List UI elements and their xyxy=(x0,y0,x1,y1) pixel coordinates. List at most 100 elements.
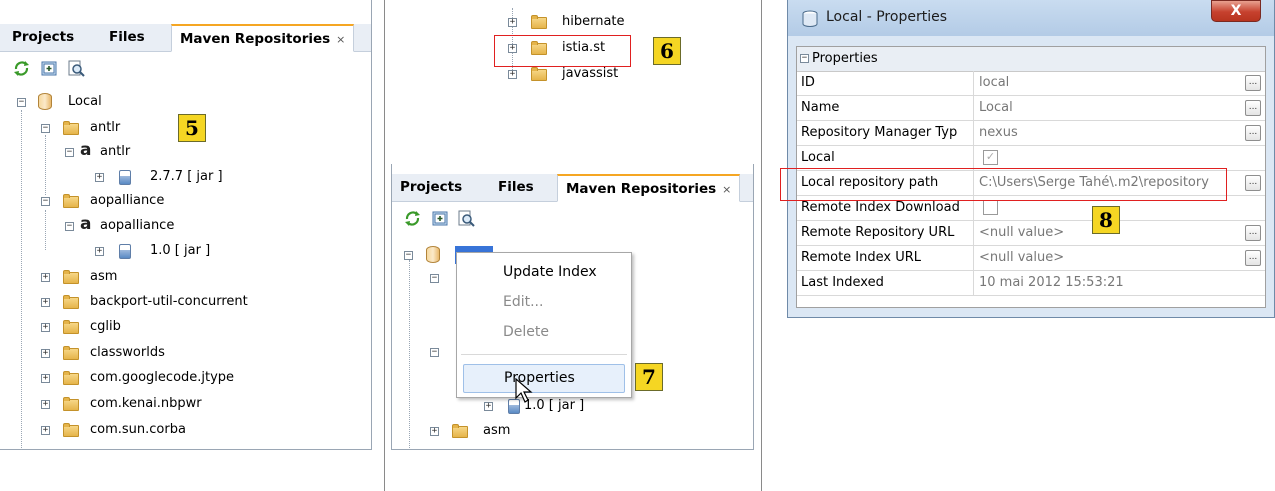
property-row-id[interactable]: ID local ... xyxy=(797,71,1265,96)
menu-item-delete[interactable]: Delete xyxy=(457,317,631,347)
property-name: Name xyxy=(801,100,840,115)
expand-icon[interactable]: + xyxy=(508,70,517,79)
property-name: Local xyxy=(801,150,835,165)
expand-icon[interactable]: + xyxy=(41,298,50,307)
property-row-remote-index-url[interactable]: Remote Index URL <null value> ... xyxy=(797,246,1265,271)
expand-icon[interactable]: + xyxy=(95,247,104,256)
tree-label: Local xyxy=(68,94,102,109)
folder-icon xyxy=(452,424,469,438)
property-value[interactable]: 10 mai 2012 15:53:21 xyxy=(979,271,1124,295)
local-checkbox[interactable]: ✓ xyxy=(983,150,998,165)
properties-window: Local - Properties X − Properties ID loc… xyxy=(787,0,1275,318)
property-value[interactable]: nexus xyxy=(979,121,1018,145)
find-icon[interactable] xyxy=(68,60,85,77)
expand-icon[interactable]: + xyxy=(41,374,50,383)
collapse-icon[interactable]: − xyxy=(430,348,439,357)
tab-files[interactable]: Files xyxy=(101,24,153,51)
close-tab-icon[interactable]: × xyxy=(336,33,345,46)
property-value[interactable]: Local xyxy=(979,96,1013,120)
property-name: Repository Manager Typ xyxy=(801,125,958,140)
window-close-button[interactable]: X xyxy=(1211,0,1261,22)
tab-label: Projects xyxy=(400,179,463,195)
ellipsis-button[interactable]: ... xyxy=(1245,175,1261,191)
step-badge-8: 8 xyxy=(1092,206,1120,234)
tree-label: antlr xyxy=(100,144,131,159)
menu-item-properties[interactable]: Properties xyxy=(463,364,625,393)
tree-label: hibernate xyxy=(562,14,625,29)
database-icon xyxy=(426,246,440,263)
collapse-icon[interactable]: − xyxy=(41,124,50,133)
folder-icon xyxy=(63,194,80,208)
tree-label: cglib xyxy=(90,319,121,334)
tab-projects[interactable]: Projects xyxy=(392,174,470,201)
collapse-icon[interactable]: − xyxy=(430,274,439,283)
property-row-remote-repository-url[interactable]: Remote Repository URL <null value> ... xyxy=(797,221,1265,246)
collapse-icon[interactable]: − xyxy=(800,54,809,63)
add-repository-icon[interactable] xyxy=(432,210,449,227)
property-name: Remote Repository URL xyxy=(801,225,955,240)
tree-label: com.sun.corba xyxy=(90,422,186,437)
property-section-header[interactable]: − Properties xyxy=(797,47,1265,72)
column-divider xyxy=(973,71,974,95)
tree-label: aopalliance xyxy=(90,193,165,208)
expand-icon[interactable]: + xyxy=(41,400,50,409)
middle-tab-bar: Projects Files Maven Repositories × xyxy=(392,174,753,202)
expand-icon[interactable]: + xyxy=(95,173,104,182)
property-row-repository-manager-type[interactable]: Repository Manager Typ nexus ... xyxy=(797,121,1265,146)
collapse-icon[interactable]: − xyxy=(17,98,26,107)
property-value[interactable]: local xyxy=(979,71,1009,95)
tab-maven-repositories[interactable]: Maven Repositories × xyxy=(171,24,355,52)
expand-icon[interactable]: + xyxy=(41,349,50,358)
property-value[interactable]: <null value> xyxy=(979,221,1064,245)
tab-files[interactable]: Files xyxy=(490,174,542,201)
collapse-icon[interactable]: − xyxy=(404,251,413,260)
refresh-icon[interactable] xyxy=(13,60,30,77)
tab-projects[interactable]: Projects xyxy=(4,24,82,51)
ellipsis-button[interactable]: ... xyxy=(1245,125,1261,141)
tab-label: Projects xyxy=(12,29,75,45)
collapse-icon[interactable]: − xyxy=(41,197,50,206)
folder-icon xyxy=(531,67,548,81)
expand-icon[interactable]: + xyxy=(41,323,50,332)
property-row-name[interactable]: Name Local ... xyxy=(797,96,1265,121)
ellipsis-button[interactable]: ... xyxy=(1245,225,1261,241)
left-toolbar xyxy=(0,53,371,83)
ellipsis-button[interactable]: ... xyxy=(1245,100,1261,116)
add-repository-icon[interactable] xyxy=(41,60,58,77)
tab-maven-repositories[interactable]: Maven Repositories × xyxy=(557,174,741,202)
expand-icon[interactable]: + xyxy=(430,427,439,436)
folder-icon xyxy=(63,295,80,309)
highlight-istia-st xyxy=(494,35,631,67)
left-tab-bar: Projects Files Maven Repositories × xyxy=(0,24,371,52)
tree-label: asm xyxy=(483,423,511,438)
tree-label: aopalliance xyxy=(100,218,175,233)
folder-icon xyxy=(63,346,80,360)
artifact-icon: a xyxy=(80,214,92,234)
ellipsis-button[interactable]: ... xyxy=(1245,250,1261,266)
property-value[interactable]: <null value> xyxy=(979,246,1064,270)
property-name: Remote Index URL xyxy=(801,250,922,265)
find-icon[interactable] xyxy=(458,210,475,227)
menu-item-edit[interactable]: Edit... xyxy=(457,287,631,317)
expand-icon[interactable]: + xyxy=(508,18,517,27)
window-title-bar[interactable]: Local - Properties X xyxy=(788,0,1274,36)
remote-index-download-checkbox[interactable] xyxy=(983,200,998,215)
column-divider xyxy=(973,271,974,295)
tree-label: 2.7.7 [ jar ] xyxy=(150,169,223,184)
highlight-local-repository-path xyxy=(780,168,1227,201)
ellipsis-button[interactable]: ... xyxy=(1245,75,1261,91)
refresh-icon[interactable] xyxy=(404,210,421,227)
tree-guide xyxy=(45,210,46,250)
expand-icon[interactable]: + xyxy=(41,273,50,282)
column-divider xyxy=(973,96,974,120)
expand-icon[interactable]: + xyxy=(484,402,493,411)
property-row-last-indexed[interactable]: Last Indexed 10 mai 2012 15:53:21 xyxy=(797,271,1265,296)
jar-icon xyxy=(119,244,131,259)
expand-icon[interactable]: + xyxy=(41,426,50,435)
collapse-icon[interactable]: − xyxy=(65,148,74,157)
close-tab-icon[interactable]: × xyxy=(722,183,731,196)
menu-item-update-index[interactable]: Update Index xyxy=(457,257,631,287)
menu-separator xyxy=(461,354,627,355)
divider-left xyxy=(384,0,385,491)
collapse-icon[interactable]: − xyxy=(65,222,74,231)
